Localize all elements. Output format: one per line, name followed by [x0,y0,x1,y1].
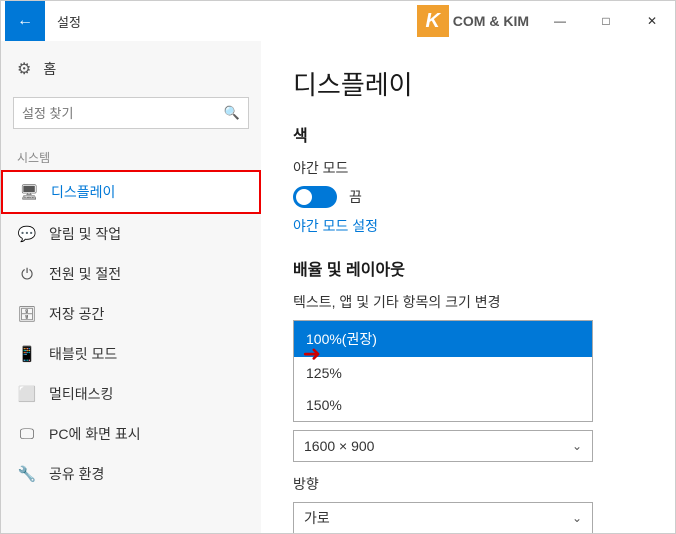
sidebar-item-power[interactable]: ⏻ 전원 및 절전 [1,254,261,294]
content-area: ⚙ 홈 🔍 시스템 🖥 디스플레이 💬 알림 및 작업 ⏻ 전원 및 절 [1,41,675,533]
notifications-label: 알림 및 작업 [49,224,121,244]
multitasking-icon: ⬜ [17,385,37,403]
power-label: 전원 및 절전 [49,264,121,284]
orientation-dropdown-container: 가로 ⌄ [293,502,643,533]
sidebar-item-notifications[interactable]: 💬 알림 및 작업 [1,214,261,254]
sidebar-item-storage[interactable]: 🗄 저장 공간 [1,294,261,334]
chevron-down-icon: ⌄ [572,439,582,453]
sidebar-item-sharing[interactable]: 🔧 공유 환경 [1,454,261,494]
main-content: 디스플레이 색 야간 모드 끔 야간 모드 설정 배율 및 레이아웃 텍스트, … [261,41,675,533]
display-label: 디스플레이 [51,182,115,202]
night-mode-toggle[interactable] [293,186,337,208]
search-icon: 🔍 [224,105,240,121]
scale-item-100[interactable]: 100%(권장) [294,321,592,357]
scale-section-title: 배율 및 레이아웃 [293,256,643,280]
orientation-label: 방향 [293,474,643,494]
window-title: 설정 [57,12,81,31]
scale-list: 100%(권장) 125% 150% [293,320,593,422]
sidebar-section-label: 시스템 [1,137,261,170]
window-controls: — □ ✕ [537,1,675,41]
brand-k-letter: K [417,5,449,37]
scale-item-125[interactable]: 125% [294,357,592,389]
resolution-dropdown-container: 1600 × 900 ⌄ [293,430,643,462]
sidebar-item-home[interactable]: ⚙ 홈 [1,49,261,89]
night-mode-link[interactable]: 야간 모드 설정 [293,216,378,236]
notifications-icon: 💬 [17,225,37,243]
toggle-row: 끔 [293,186,643,208]
sidebar-item-multitasking[interactable]: ⬜ 멀티태스킹 [1,374,261,414]
back-button[interactable]: ← [5,1,45,41]
color-section: 색 야간 모드 끔 야간 모드 설정 [293,122,643,256]
storage-label: 저장 공간 [49,304,104,324]
home-label: 홈 [43,59,56,79]
toggle-label: 끔 [349,187,362,207]
color-section-title: 색 [293,122,643,146]
orientation-dropdown[interactable]: 가로 ⌄ [293,502,593,533]
arrow-indicator: ➜ [303,341,321,367]
settings-window: ← 설정 K COM & KIM — □ ✕ ⚙ 홈 [0,0,676,534]
resolution-value: 1600 × 900 [304,438,374,454]
brand-name: COM & KIM [453,13,529,29]
pc-display-icon: 🖵 [17,426,37,443]
sidebar-item-pc-display[interactable]: 🖵 PC에 화면 표시 [1,414,261,454]
home-icon: ⚙ [17,59,31,79]
tablet-label: 태블릿 모드 [49,344,117,364]
power-icon: ⏻ [17,266,37,283]
page-title: 디스플레이 [293,65,643,102]
multitasking-label: 멀티태스킹 [49,384,113,404]
pc-display-label: PC에 화면 표시 [49,424,141,444]
toggle-knob [296,189,312,205]
display-icon: 🖥 [19,183,39,201]
orientation-chevron-icon: ⌄ [572,511,582,525]
back-arrow-icon: ← [17,12,33,30]
close-button[interactable]: ✕ [629,1,675,41]
scale-item-150[interactable]: 150% [294,389,592,421]
resolution-dropdown[interactable]: 1600 × 900 ⌄ [293,430,593,462]
scale-subtitle: 텍스트, 앱 및 기타 항목의 크기 변경 [293,292,643,312]
maximize-button[interactable]: □ [583,1,629,41]
orientation-section: 방향 가로 ⌄ [293,474,643,533]
sharing-icon: 🔧 [17,465,37,483]
tablet-icon: 📱 [17,345,37,363]
sidebar: ⚙ 홈 🔍 시스템 🖥 디스플레이 💬 알림 및 작업 ⏻ 전원 및 절 [1,41,261,533]
orientation-value: 가로 [304,508,330,528]
scale-section: 배율 및 레이아웃 텍스트, 앱 및 기타 항목의 크기 변경 100%(권장)… [293,256,643,422]
search-box[interactable]: 🔍 [13,97,249,129]
brand-logo: K COM & KIM [417,5,529,37]
search-input[interactable] [22,106,224,121]
title-bar-left: ← 설정 [1,1,81,41]
sharing-label: 공유 환경 [49,464,104,484]
title-bar-right: K COM & KIM — □ ✕ [417,1,675,41]
title-bar: ← 설정 K COM & KIM — □ ✕ [1,1,675,41]
sidebar-item-tablet[interactable]: 📱 태블릿 모드 ➜ [1,334,261,374]
storage-icon: 🗄 [17,305,37,323]
sidebar-item-display[interactable]: 🖥 디스플레이 [1,170,261,214]
night-mode-subtitle: 야간 모드 [293,158,643,178]
minimize-button[interactable]: — [537,1,583,41]
